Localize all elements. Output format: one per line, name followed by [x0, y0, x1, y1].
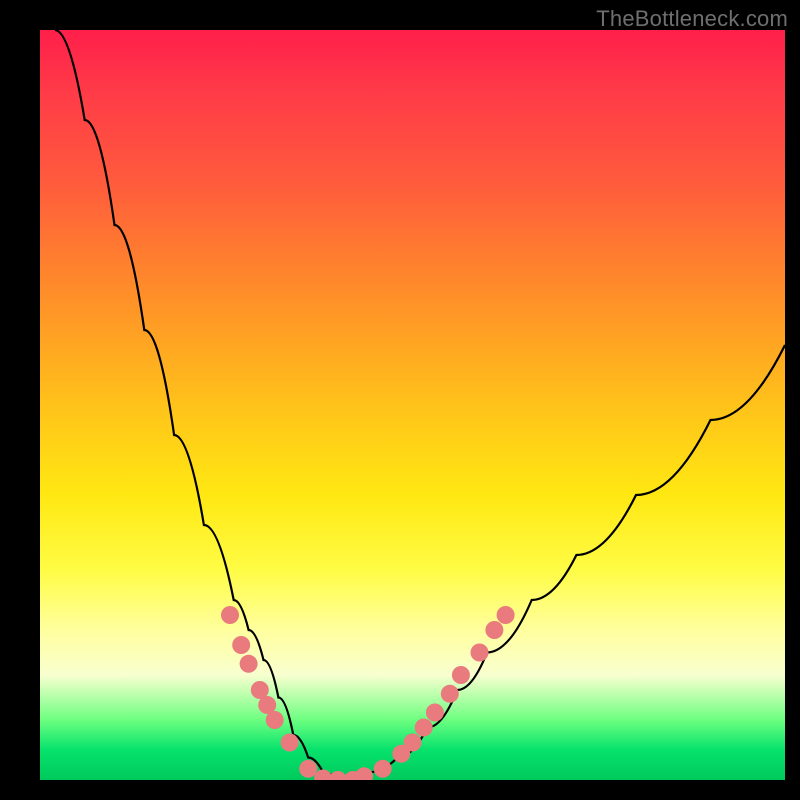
- curve-marker: [404, 734, 422, 752]
- plot-area: [40, 30, 785, 780]
- curve-marker: [281, 734, 299, 752]
- watermark-text: TheBottleneck.com: [596, 6, 788, 32]
- curve-markers: [221, 606, 515, 780]
- curve-marker: [299, 760, 317, 778]
- curve-marker: [415, 719, 433, 737]
- curve-line: [55, 30, 785, 780]
- curve-marker: [452, 666, 470, 684]
- chart-svg: [40, 30, 785, 780]
- chart-stage: TheBottleneck.com: [0, 0, 800, 800]
- curve-marker: [240, 655, 258, 673]
- curve-marker: [441, 685, 459, 703]
- curve-marker: [497, 606, 515, 624]
- curve-marker: [266, 711, 284, 729]
- curve-marker: [485, 621, 503, 639]
- curve-marker: [232, 636, 250, 654]
- curve-marker: [355, 767, 373, 780]
- curve-marker: [426, 704, 444, 722]
- curve-marker: [221, 606, 239, 624]
- curve-marker: [471, 644, 489, 662]
- curve-marker: [374, 760, 392, 778]
